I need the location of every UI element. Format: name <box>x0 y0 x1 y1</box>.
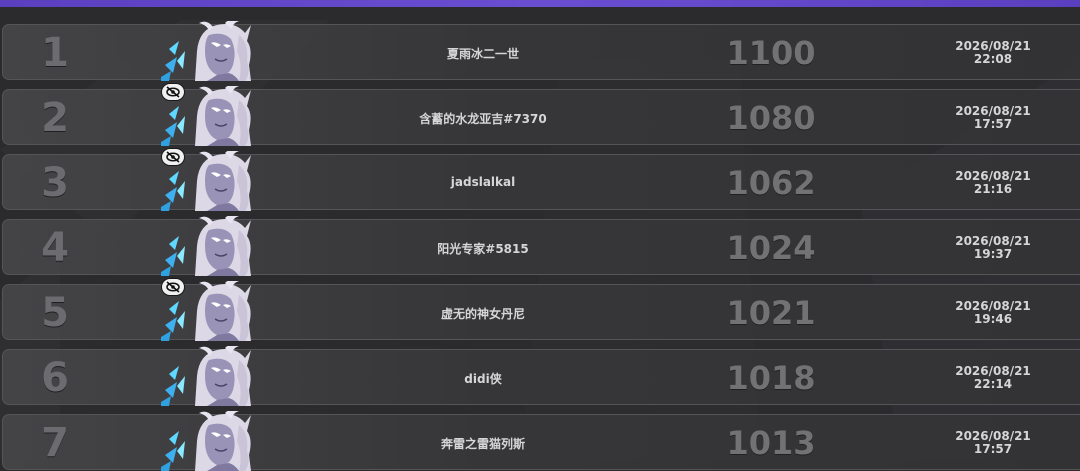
eye-slash-icon <box>161 83 185 101</box>
record-datetime: 2026/08/21 22:08 <box>933 40 1053 66</box>
player-name: 阳光专家#5815 <box>437 242 529 256</box>
rank-number: 5 <box>41 290 69 336</box>
player-avatar <box>159 21 255 81</box>
player-score: 1018 <box>726 359 816 397</box>
record-datetime: 2026/08/21 19:37 <box>933 235 1053 261</box>
leaderboard-row[interactable]: 2 含蓄的水龙亚吉#7370 1080 2026/08/21 17:57 <box>2 83 1080 146</box>
player-name: 奔雷之雷猫列斯 <box>440 437 525 451</box>
rank-number: 7 <box>41 420 69 466</box>
eye-slash-icon <box>161 278 185 296</box>
player-name: 夏雨冰二一世 <box>446 47 519 61</box>
rank-number: 6 <box>41 355 69 401</box>
rank-number: 3 <box>41 160 69 206</box>
player-name: didi侠 <box>464 372 502 386</box>
record-time: 22:08 <box>973 52 1013 66</box>
record-datetime: 2026/08/21 19:46 <box>933 300 1053 326</box>
player-avatar <box>159 346 255 406</box>
record-time: 19:46 <box>973 312 1013 326</box>
player-avatar <box>159 411 255 471</box>
player-name: 含蓄的水龙亚吉#7370 <box>419 112 547 126</box>
leaderboard-row[interactable]: 4 阳光专家#5815 1024 2026/08/21 19:37 <box>2 216 1080 276</box>
player-name: jadslalkal <box>450 175 516 189</box>
rank-number: 1 <box>41 30 69 76</box>
record-time: 21:16 <box>973 182 1013 196</box>
player-score: 1100 <box>726 34 816 72</box>
player-name: 虚无的神女丹尼 <box>440 307 525 321</box>
rank-number: 4 <box>41 225 69 271</box>
record-time: 17:57 <box>973 117 1013 131</box>
leaderboard-row[interactable]: 1 夏雨冰二一世 1100 2026/08/21 22:08 <box>2 21 1080 81</box>
record-datetime: 2026/08/21 17:57 <box>933 430 1053 456</box>
record-datetime: 2026/08/21 17:57 <box>933 105 1053 131</box>
player-score: 1062 <box>726 164 816 202</box>
record-time: 19:37 <box>973 247 1013 261</box>
player-score: 1024 <box>726 229 816 267</box>
rank-number: 2 <box>41 95 69 141</box>
record-datetime: 2026/08/21 22:14 <box>933 365 1053 391</box>
record-datetime: 2026/08/21 21:16 <box>933 170 1053 196</box>
leaderboard-row[interactable]: 6 didi侠 1018 2026/08/21 22:14 <box>2 346 1080 406</box>
record-time: 17:57 <box>973 442 1013 456</box>
leaderboard-row[interactable]: 5 虚无的神女丹尼 1021 2026/08/21 19:46 <box>2 278 1080 341</box>
player-score: 1013 <box>726 424 816 462</box>
leaderboard-row[interactable]: 3 jadslalkal 1062 2026/08/21 21:16 <box>2 148 1080 211</box>
player-score: 1021 <box>726 294 816 332</box>
leaderboard-row[interactable]: 7 奔雷之雷猫列斯 1013 2026/08/21 17:57 <box>2 411 1080 471</box>
record-time: 22:14 <box>973 377 1013 391</box>
player-score: 1080 <box>726 99 816 137</box>
player-avatar <box>159 216 255 276</box>
eye-slash-icon <box>161 148 185 166</box>
